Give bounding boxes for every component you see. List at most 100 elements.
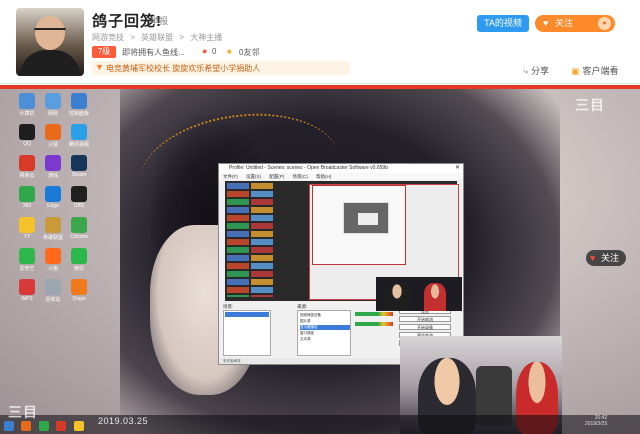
desktop-app-icon [71,124,87,140]
subscribe-icon[interactable]: ● [598,17,611,30]
breadcrumb-tag[interactable]: 大神主播 [190,33,222,42]
breadcrumb: 网游竞技 > 英雄联盟 > 大神主播 [92,32,226,43]
breadcrumb-category[interactable]: 网游竞技 [92,33,124,42]
desktop-taskbar [0,415,640,434]
taskbar-app-icon[interactable] [21,421,32,431]
flame-icon: ● [202,46,208,56]
obs-sources-list[interactable]: 视频捕捉设备 图片源 显示器捕捉 窗口捕捉 文本源 [297,310,351,356]
fans-icon: ♠ [227,46,232,56]
desktop-icon[interactable]: 控制面板 [66,93,92,123]
taskbar-app-icon[interactable] [38,421,49,431]
obs-menu-scenes[interactable]: 场景(C) [293,174,308,179]
taskbar-app-icon[interactable] [56,421,67,431]
desktop-icon[interactable]: Origin [66,279,92,309]
floating-follow-button[interactable]: ♥ 关注 [586,250,626,266]
ta-video-button[interactable]: TA的视频 [477,15,529,32]
desktop-icon-caption: Steam [71,172,87,178]
desktop-icon[interactable]: QQ [14,124,40,154]
desktop-icon[interactable]: 360 [14,186,40,216]
desktop-app-icon [71,248,87,264]
desktop-icon[interactable]: 游戏 [40,155,66,185]
desktop-icon[interactable]: OBS [66,186,92,216]
desktop-icon-caption: 腾讯视频 [68,142,89,148]
level-badge: 7级 [92,46,116,58]
obs-scene-item[interactable] [225,312,269,317]
webcam-person-right [424,283,446,311]
obs-volume-meter[interactable] [355,322,393,326]
desktop-app-icon [71,279,87,295]
desktop-icon[interactable]: 火狐 [40,124,66,154]
desktop-icon[interactable]: 斗鱼 [40,248,66,278]
desktop-icon[interactable]: 英雄联盟 [40,217,66,247]
heat-count: 0 [212,47,217,56]
desktop-app-icon [45,155,61,171]
obs-menu-settings[interactable]: 设置(S) [246,174,261,179]
desktop-app-icon [19,248,35,264]
desktop-app-icon [45,93,61,109]
desktop-app-icon [45,279,61,295]
obs-preview-nested [312,185,406,265]
start-icon[interactable] [4,421,14,431]
obs-titlebar: Profile: Untitled - Scenes: scenes - Ope… [219,164,463,173]
channel-watermark: 三目 [575,97,605,113]
desktop-icon[interactable]: 爱奇艺 [14,248,40,278]
desktop-app-icon [19,279,35,295]
desktop-icon[interactable]: 计算机 [14,93,40,123]
obs-source-item[interactable]: 显示器捕捉 [300,325,350,330]
desktop-icon[interactable]: 微信 [66,248,92,278]
desktop-app-icon [71,93,87,109]
client-view-button[interactable]: ▣ 客户端看 [571,64,619,77]
obs-start-stream-button[interactable]: 开始串流 [399,316,451,322]
desktop-app-icon [19,217,35,233]
desktop-icon[interactable]: YY [14,217,40,247]
obs-menu-file[interactable]: 文件(F) [223,174,238,179]
webcam-small [376,277,462,311]
report-link[interactable]: 举报 [150,14,168,27]
desktop-icon[interactable]: Steam [66,155,92,185]
desktop-icon[interactable]: 腾讯视频 [66,124,92,154]
avatar-glasses [34,28,66,36]
follow-button[interactable]: ♥ 关注 ● [535,15,615,32]
obs-source-item[interactable]: 文本源 [300,337,350,342]
obs-source-item[interactable]: 图片源 [300,319,350,324]
desktop-icon[interactable]: 网易云 [14,155,40,185]
desktop-icon-caption: 控制面板 [68,111,89,117]
desktop-icon-caption: OBS [73,203,85,209]
desktop-icon[interactable]: 回收站 [40,279,66,309]
desktop-icon[interactable]: 网络 [40,93,66,123]
obs-preview-nested-window [343,202,389,234]
follow-label: 关注 [555,18,574,28]
desktop-app-icon [71,186,87,202]
desktop-icon[interactable]: Chrome [66,217,92,247]
desktop-icon-caption: 微信 [73,266,84,272]
heart-icon: ♥ [543,18,549,28]
obs-source-item[interactable]: 窗口捕捉 [300,331,350,336]
desktop-app-icon [19,155,35,171]
obs-window[interactable]: Profile: Untitled - Scenes: scenes - Ope… [218,163,464,365]
desktop-icon[interactable]: Edge [40,186,66,216]
notice-text: 电竞黄埔军校校长 旋旋欢乐希望小学捐助人 [106,64,261,73]
avatar-body [20,50,80,76]
obs-volume-meter[interactable] [355,312,393,316]
close-icon[interactable]: ✕ [455,164,460,173]
channel-watermark: 三目 [8,404,38,420]
breadcrumb-game[interactable]: 英雄联盟 [141,33,173,42]
desktop-app-icon [45,248,61,264]
taskbar-app-icon[interactable] [73,421,84,431]
obs-source-item[interactable]: 视频捕捉设备 [300,313,350,318]
obs-menu-help[interactable]: 帮助(H) [316,174,331,179]
share-icon: ⤷ [523,66,529,76]
desktop-app-icon [45,186,61,202]
desktop-icon[interactable]: WPS [14,279,40,309]
streamer-avatar[interactable] [16,8,84,76]
obs-menu-profile[interactable]: 配置(P) [269,174,284,179]
share-button[interactable]: ⤷ 分享 [523,64,549,77]
obs-start-record-button[interactable]: 开始录像 [399,324,451,330]
obs-scenes-list[interactable] [223,310,271,356]
fans-count: 0友邻 [239,48,260,57]
obs-title: Profile: Untitled - Scenes: scenes - Ope… [229,165,388,171]
desktop-app-icon [19,93,35,109]
desktop-icon-caption: Chrome [70,234,88,240]
video-player[interactable]: 计算机 网络 控制面板 QQ 火狐 腾讯视频网易云 游戏 Steam 360 Edge OBS YY 英… [0,85,640,434]
desktop-app-icon [45,217,61,233]
